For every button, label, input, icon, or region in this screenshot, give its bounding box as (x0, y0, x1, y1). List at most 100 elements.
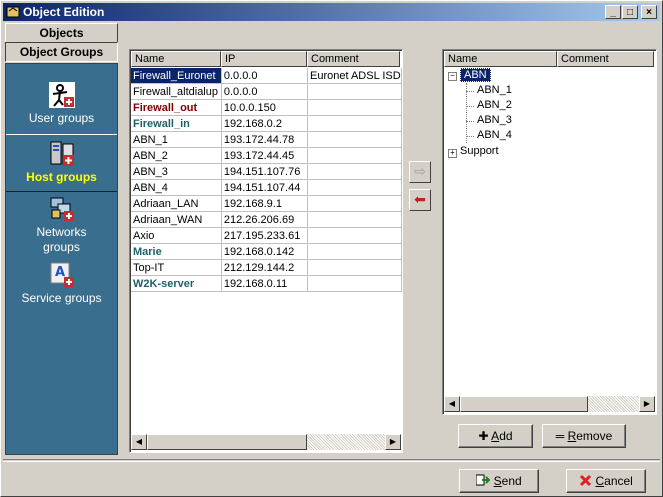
column-header-name[interactable]: Name (131, 51, 221, 67)
remove-label: emove (576, 429, 613, 443)
column-header-name[interactable]: Name (444, 51, 557, 67)
object-comment-cell (307, 243, 403, 260)
nav-networks-groups[interactable]: Networks groups (6, 196, 117, 255)
object-name-cell: ABN_3 (131, 163, 222, 180)
table-row[interactable]: Marie 192.168.0.142 (131, 243, 403, 260)
tree-connector (466, 106, 474, 107)
nav-label: User groups (28, 111, 95, 125)
object-comment-cell (307, 227, 403, 244)
table-row[interactable]: Adriaan_WAN 212.26.206.69 (131, 211, 403, 228)
object-comment-cell (307, 99, 403, 116)
object-name-cell: ABN_1 (131, 131, 222, 148)
window-title: Object Edition (23, 5, 105, 19)
add-plus-icon: ✚ (478, 429, 492, 443)
object-name-cell: Firewall_Euronet (131, 68, 222, 84)
nav-label: Host groups (26, 170, 97, 184)
app-icon (6, 6, 20, 18)
add-to-group-arrow-button[interactable]: ⇨ (409, 161, 431, 183)
service-group-icon: A (50, 262, 74, 287)
object-name-cell: ABN_2 (131, 147, 222, 164)
object-ip-cell: 194.151.107.76 (221, 163, 308, 180)
scroll-thumb[interactable] (147, 434, 307, 450)
nav-user-groups[interactable]: User groups (6, 82, 117, 125)
tree-node-child[interactable]: ABN_2 (477, 99, 512, 111)
column-header-ip[interactable]: IP (221, 51, 307, 67)
tab-object-groups[interactable]: Object Groups (5, 42, 118, 62)
table-row[interactable]: W2K-server 192.168.0.11 (131, 275, 403, 292)
tab-objects[interactable]: Objects (5, 23, 118, 43)
object-comment-cell (307, 115, 403, 132)
table-row[interactable]: Firewall_Euronet 0.0.0.0 Euronet ADSL ISD (131, 68, 403, 84)
object-name-cell: Adriaan_LAN (131, 195, 222, 212)
tree-node-child[interactable]: ABN_3 (477, 114, 512, 126)
add-button[interactable]: ✚ Add (458, 424, 533, 448)
table-row[interactable]: Firewall_out 10.0.0.150 (131, 99, 403, 116)
objects-horizontal-scrollbar[interactable]: ◀ ▶ (131, 434, 401, 450)
table-row[interactable]: Axio 217.195.233.61 (131, 227, 403, 244)
tree-node-support[interactable]: Support (460, 145, 499, 157)
nav-host-groups[interactable]: Host groups (6, 134, 117, 192)
tree-horizontal-scrollbar[interactable]: ◀ ▶ (444, 396, 655, 412)
object-ip-cell: 192.168.0.2 (221, 115, 308, 132)
collapse-toggle[interactable]: − (448, 72, 457, 81)
tree-node-abn[interactable]: ABN (460, 68, 491, 82)
object-comment-cell (307, 195, 403, 212)
object-edition-window: Object Edition _ □ × Objects Object Grou… (0, 0, 663, 497)
object-name-cell: Adriaan_WAN (131, 211, 222, 228)
minimize-button[interactable]: _ (605, 5, 621, 19)
remove-accelerator: R (567, 429, 577, 443)
close-button[interactable]: × (641, 5, 657, 19)
tree-connector (466, 136, 474, 137)
object-ip-cell: 212.129.144.2 (221, 259, 308, 276)
table-row[interactable]: ABN_2 193.172.44.45 (131, 147, 403, 164)
object-comment-cell (307, 147, 403, 164)
expand-toggle[interactable]: + (448, 149, 457, 158)
add-label: dd (499, 429, 513, 443)
tree-node-child[interactable]: ABN_4 (477, 129, 512, 141)
table-row[interactable]: Firewall_altdialup 0.0.0.0 (131, 83, 403, 100)
send-button[interactable]: Send (459, 469, 539, 493)
group-tree[interactable]: Name Comment − ABN ABN_1 ABN_2 ABN_3 ABN… (442, 49, 657, 415)
group-type-panel: User groups Host groups Networks groups … (5, 63, 118, 455)
maximize-button[interactable]: □ (622, 5, 638, 19)
object-name-cell: Axio (131, 227, 222, 244)
table-row[interactable]: Top-IT 212.129.144.2 (131, 259, 403, 276)
object-ip-cell: 212.26.206.69 (221, 211, 308, 228)
scroll-right-button[interactable]: ▶ (639, 396, 655, 412)
scroll-left-button[interactable]: ◀ (444, 396, 460, 412)
left-navigation: Objects Object Groups User groups Host g… (5, 23, 118, 455)
column-header-comment[interactable]: Comment (307, 51, 400, 67)
tree-node-child[interactable]: ABN_1 (477, 84, 512, 96)
objects-list[interactable]: Name IP Comment Firewall_Euronet 0.0.0.0 E… (129, 49, 403, 453)
table-row[interactable]: Adriaan_LAN 192.168.9.1 (131, 195, 403, 212)
object-ip-cell: 217.195.233.61 (221, 227, 308, 244)
object-ip-cell: 192.168.0.142 (221, 243, 308, 260)
scroll-left-button[interactable]: ◀ (131, 434, 147, 450)
object-name-cell: Firewall_altdialup (131, 83, 222, 100)
object-ip-cell: 194.151.107.44 (221, 179, 308, 196)
object-comment-cell (307, 83, 403, 100)
add-accelerator: A (491, 429, 500, 443)
scroll-right-button[interactable]: ▶ (385, 434, 401, 450)
column-header-comment[interactable]: Comment (557, 51, 654, 67)
network-group-icon (50, 197, 74, 221)
remove-button[interactable]: ═ Remove (542, 424, 626, 448)
object-comment-cell (307, 275, 403, 292)
send-accelerator: S (493, 474, 502, 488)
cancel-x-icon (580, 474, 592, 487)
cancel-button[interactable]: Cancel (566, 469, 646, 493)
tree-connector (466, 121, 474, 122)
object-name-cell: ABN_4 (131, 179, 222, 196)
scroll-thumb[interactable] (460, 396, 588, 412)
table-row[interactable]: ABN_1 193.172.44.78 (131, 131, 403, 148)
remove-from-group-arrow-button[interactable]: ⬅ (409, 189, 431, 211)
table-row[interactable]: ABN_3 194.151.107.76 (131, 163, 403, 180)
table-row[interactable]: ABN_4 194.151.107.44 (131, 179, 403, 196)
table-row[interactable]: Firewall_in 192.168.0.2 (131, 115, 403, 132)
object-comment-cell (307, 163, 403, 180)
remove-minus-icon: ═ (555, 429, 568, 443)
nav-service-groups[interactable]: A Service groups (6, 262, 117, 305)
object-name-cell: Firewall_in (131, 115, 222, 132)
object-comment-cell (307, 259, 403, 276)
object-comment-cell (307, 211, 403, 228)
